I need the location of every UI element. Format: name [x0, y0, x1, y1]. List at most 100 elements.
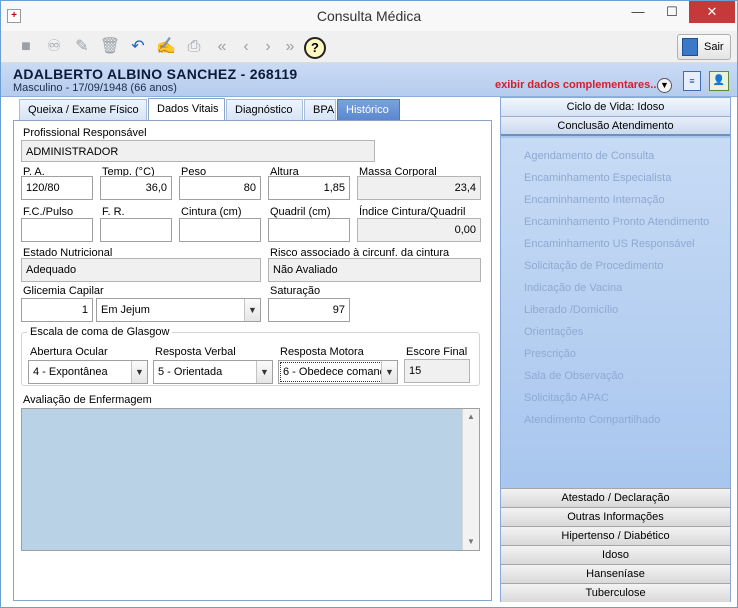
ciclo-vida-header[interactable]: Ciclo de Vida: Idoso: [501, 98, 730, 117]
sidebar-section-hipertenso[interactable]: Hipertenso / Diabético: [501, 526, 730, 545]
verbal-select[interactable]: 5 - Orientada ▼: [153, 360, 273, 384]
glasgow-title: Escala de coma de Glasgow: [27, 326, 173, 338]
quadril-label: Quadril (cm): [270, 206, 331, 218]
sidebar-item-vacina[interactable]: Indicação de Vacina: [524, 282, 622, 294]
title-bar: + Consulta Médica — ☐ ✕: [1, 1, 737, 31]
eraser-icon[interactable]: ✎: [71, 36, 93, 58]
sidebar-item-solicitacao[interactable]: Solicitação de Procedimento: [524, 260, 663, 272]
tab-bpa[interactable]: BPA: [304, 99, 336, 120]
patient-card-icon[interactable]: 👤: [709, 71, 729, 91]
minimize-button[interactable]: —: [621, 1, 655, 23]
peso-input[interactable]: 80: [179, 176, 261, 200]
previous-record-icon[interactable]: ‹: [235, 36, 257, 58]
exit-button[interactable]: Sair: [677, 34, 731, 60]
chevron-down-icon[interactable]: ▼: [657, 78, 672, 93]
glicemia-input[interactable]: 1: [21, 298, 93, 322]
vertical-scrollbar[interactable]: ▲ ▼: [462, 409, 479, 550]
exit-button-label: Sair: [704, 41, 724, 53]
fr-label: F. R.: [102, 206, 125, 218]
sidebar-item-enc-especialista[interactable]: Encaminhamento Especialista: [524, 172, 671, 184]
altura-input[interactable]: 1,85: [268, 176, 350, 200]
sidebar-item-enc-internacao[interactable]: Encaminhamento Internação: [524, 194, 665, 206]
document-list-icon[interactable]: ≡: [683, 71, 701, 91]
sidebar-item-orientacoes[interactable]: Orientações: [524, 326, 583, 338]
trash-icon[interactable]: 🗑: [99, 36, 121, 58]
next-record-icon[interactable]: ›: [257, 36, 279, 58]
tab-queixa[interactable]: Queixa / Exame Físico: [19, 99, 147, 120]
sidebar-section-outras[interactable]: Outras Informações: [501, 507, 730, 526]
massa-field: 23,4: [357, 176, 481, 200]
glicemia-select[interactable]: Em Jejum ▼: [96, 298, 261, 322]
quadril-input[interactable]: [268, 218, 350, 242]
print-icon[interactable]: ⎙: [183, 36, 205, 58]
tab-dados-vitais[interactable]: Dados Vitais: [148, 98, 225, 121]
sidebar-section-idoso[interactable]: Idoso: [501, 545, 730, 564]
scroll-down-icon[interactable]: ▼: [463, 534, 479, 550]
show-more-data-link[interactable]: exibir dados complementares...: [495, 79, 659, 91]
glicemia-label: Glicemia Capilar: [23, 285, 104, 297]
motora-select[interactable]: 6 - Obedece comand ▼: [278, 360, 398, 384]
saturacao-input[interactable]: 97: [268, 298, 350, 322]
new-icon[interactable]: ■: [15, 36, 37, 58]
sidebar-item-enc-pronto[interactable]: Encaminhamento Pronto Atendimento: [524, 216, 709, 228]
chevron-down-icon[interactable]: ▼: [131, 361, 147, 383]
ocular-select[interactable]: 4 - Expontânea ▼: [28, 360, 148, 384]
sidebar-item-apac[interactable]: Solicitação APAC: [524, 392, 609, 404]
fr-input[interactable]: [100, 218, 172, 242]
patient-name: ADALBERTO ALBINO SANCHEZ - 268119: [13, 66, 298, 82]
exit-door-icon: [682, 38, 698, 56]
main-window: + Consulta Médica — ☐ ✕ ■ ♾ ✎ 🗑 ↶ ✍ ⎙ « …: [0, 0, 738, 608]
help-icon[interactable]: ?: [304, 37, 326, 59]
tab-diagnostico[interactable]: Diagnóstico: [226, 99, 303, 120]
indice-field: 0,00: [357, 218, 481, 242]
undo-icon[interactable]: ↶: [127, 36, 149, 58]
indice-label: Índice Cintura/Quadril: [359, 206, 466, 218]
sidebar-item-agendamento[interactable]: Agendamento de Consulta: [524, 150, 654, 162]
chevron-down-icon[interactable]: ▼: [381, 361, 397, 383]
conclusao-list: Agendamento de Consulta Encaminhamento E…: [501, 138, 730, 490]
maximize-button[interactable]: ☐: [655, 1, 689, 23]
tab-historico[interactable]: Histórico: [337, 99, 400, 120]
first-record-icon[interactable]: «: [211, 36, 233, 58]
cintura-label: Cintura (cm): [181, 206, 242, 218]
escore-label: Escore Final: [406, 346, 468, 358]
sidebar-item-liberado[interactable]: Liberado /Domicílio: [524, 304, 618, 316]
edit-note-icon[interactable]: ✍: [155, 36, 177, 58]
sidebar-item-compartilhado[interactable]: Atendimento Compartilhado: [524, 414, 660, 426]
chevron-down-icon[interactable]: ▼: [244, 299, 260, 321]
saturacao-label: Saturação: [270, 285, 321, 297]
sidebar-section-tuberculose[interactable]: Tuberculose: [501, 583, 730, 602]
glicemia-select-value: Em Jejum: [101, 304, 150, 316]
sidebar-item-enc-us[interactable]: Encaminhamento US Responsável: [524, 238, 695, 250]
cintura-input[interactable]: [179, 218, 261, 242]
verbal-label: Resposta Verbal: [155, 346, 236, 358]
risco-field: Não Avaliado: [268, 258, 481, 282]
last-record-icon[interactable]: »: [279, 36, 301, 58]
estado-field: Adequado: [21, 258, 261, 282]
patient-header: ADALBERTO ALBINO SANCHEZ - 268119 Mascul…: [1, 63, 737, 97]
sidebar: Ciclo de Vida: Idoso Conclusão Atendimen…: [500, 97, 731, 602]
fc-input[interactable]: [21, 218, 93, 242]
temp-input[interactable]: 36,0: [100, 176, 172, 200]
close-button[interactable]: ✕: [689, 1, 735, 23]
escore-field: 15: [404, 359, 470, 383]
chevron-down-icon[interactable]: ▼: [256, 361, 272, 383]
motora-select-value: 6 - Obedece comand: [283, 366, 386, 378]
motora-label: Resposta Motora: [280, 346, 364, 358]
avaliacao-textarea[interactable]: ▲ ▼: [21, 408, 480, 551]
sidebar-section-atestado[interactable]: Atestado / Declaração: [501, 488, 730, 507]
patient-details: Masculino - 17/09/1948 (66 anos): [13, 82, 177, 94]
profissional-label: Profissional Responsável: [23, 127, 147, 139]
toolbar: ■ ♾ ✎ 🗑 ↶ ✍ ⎙ « ‹ › » ? Sair: [1, 31, 737, 63]
verbal-select-value: 5 - Orientada: [158, 366, 223, 378]
ocular-select-value: 4 - Expontânea: [33, 366, 108, 378]
conclusao-header[interactable]: Conclusão Atendimento: [501, 117, 730, 136]
sidebar-item-prescricao[interactable]: Prescrição: [524, 348, 576, 360]
scroll-up-icon[interactable]: ▲: [463, 409, 479, 425]
fc-label: F.C./Pulso: [23, 206, 74, 218]
sidebar-item-sala-observacao[interactable]: Sala de Observação: [524, 370, 624, 382]
profissional-field: ADMINISTRADOR: [21, 140, 375, 162]
sidebar-section-hanseniase[interactable]: Hanseníase: [501, 564, 730, 583]
pa-input[interactable]: 120/80: [21, 176, 93, 200]
search-binoculars-icon[interactable]: ♾: [43, 36, 65, 58]
